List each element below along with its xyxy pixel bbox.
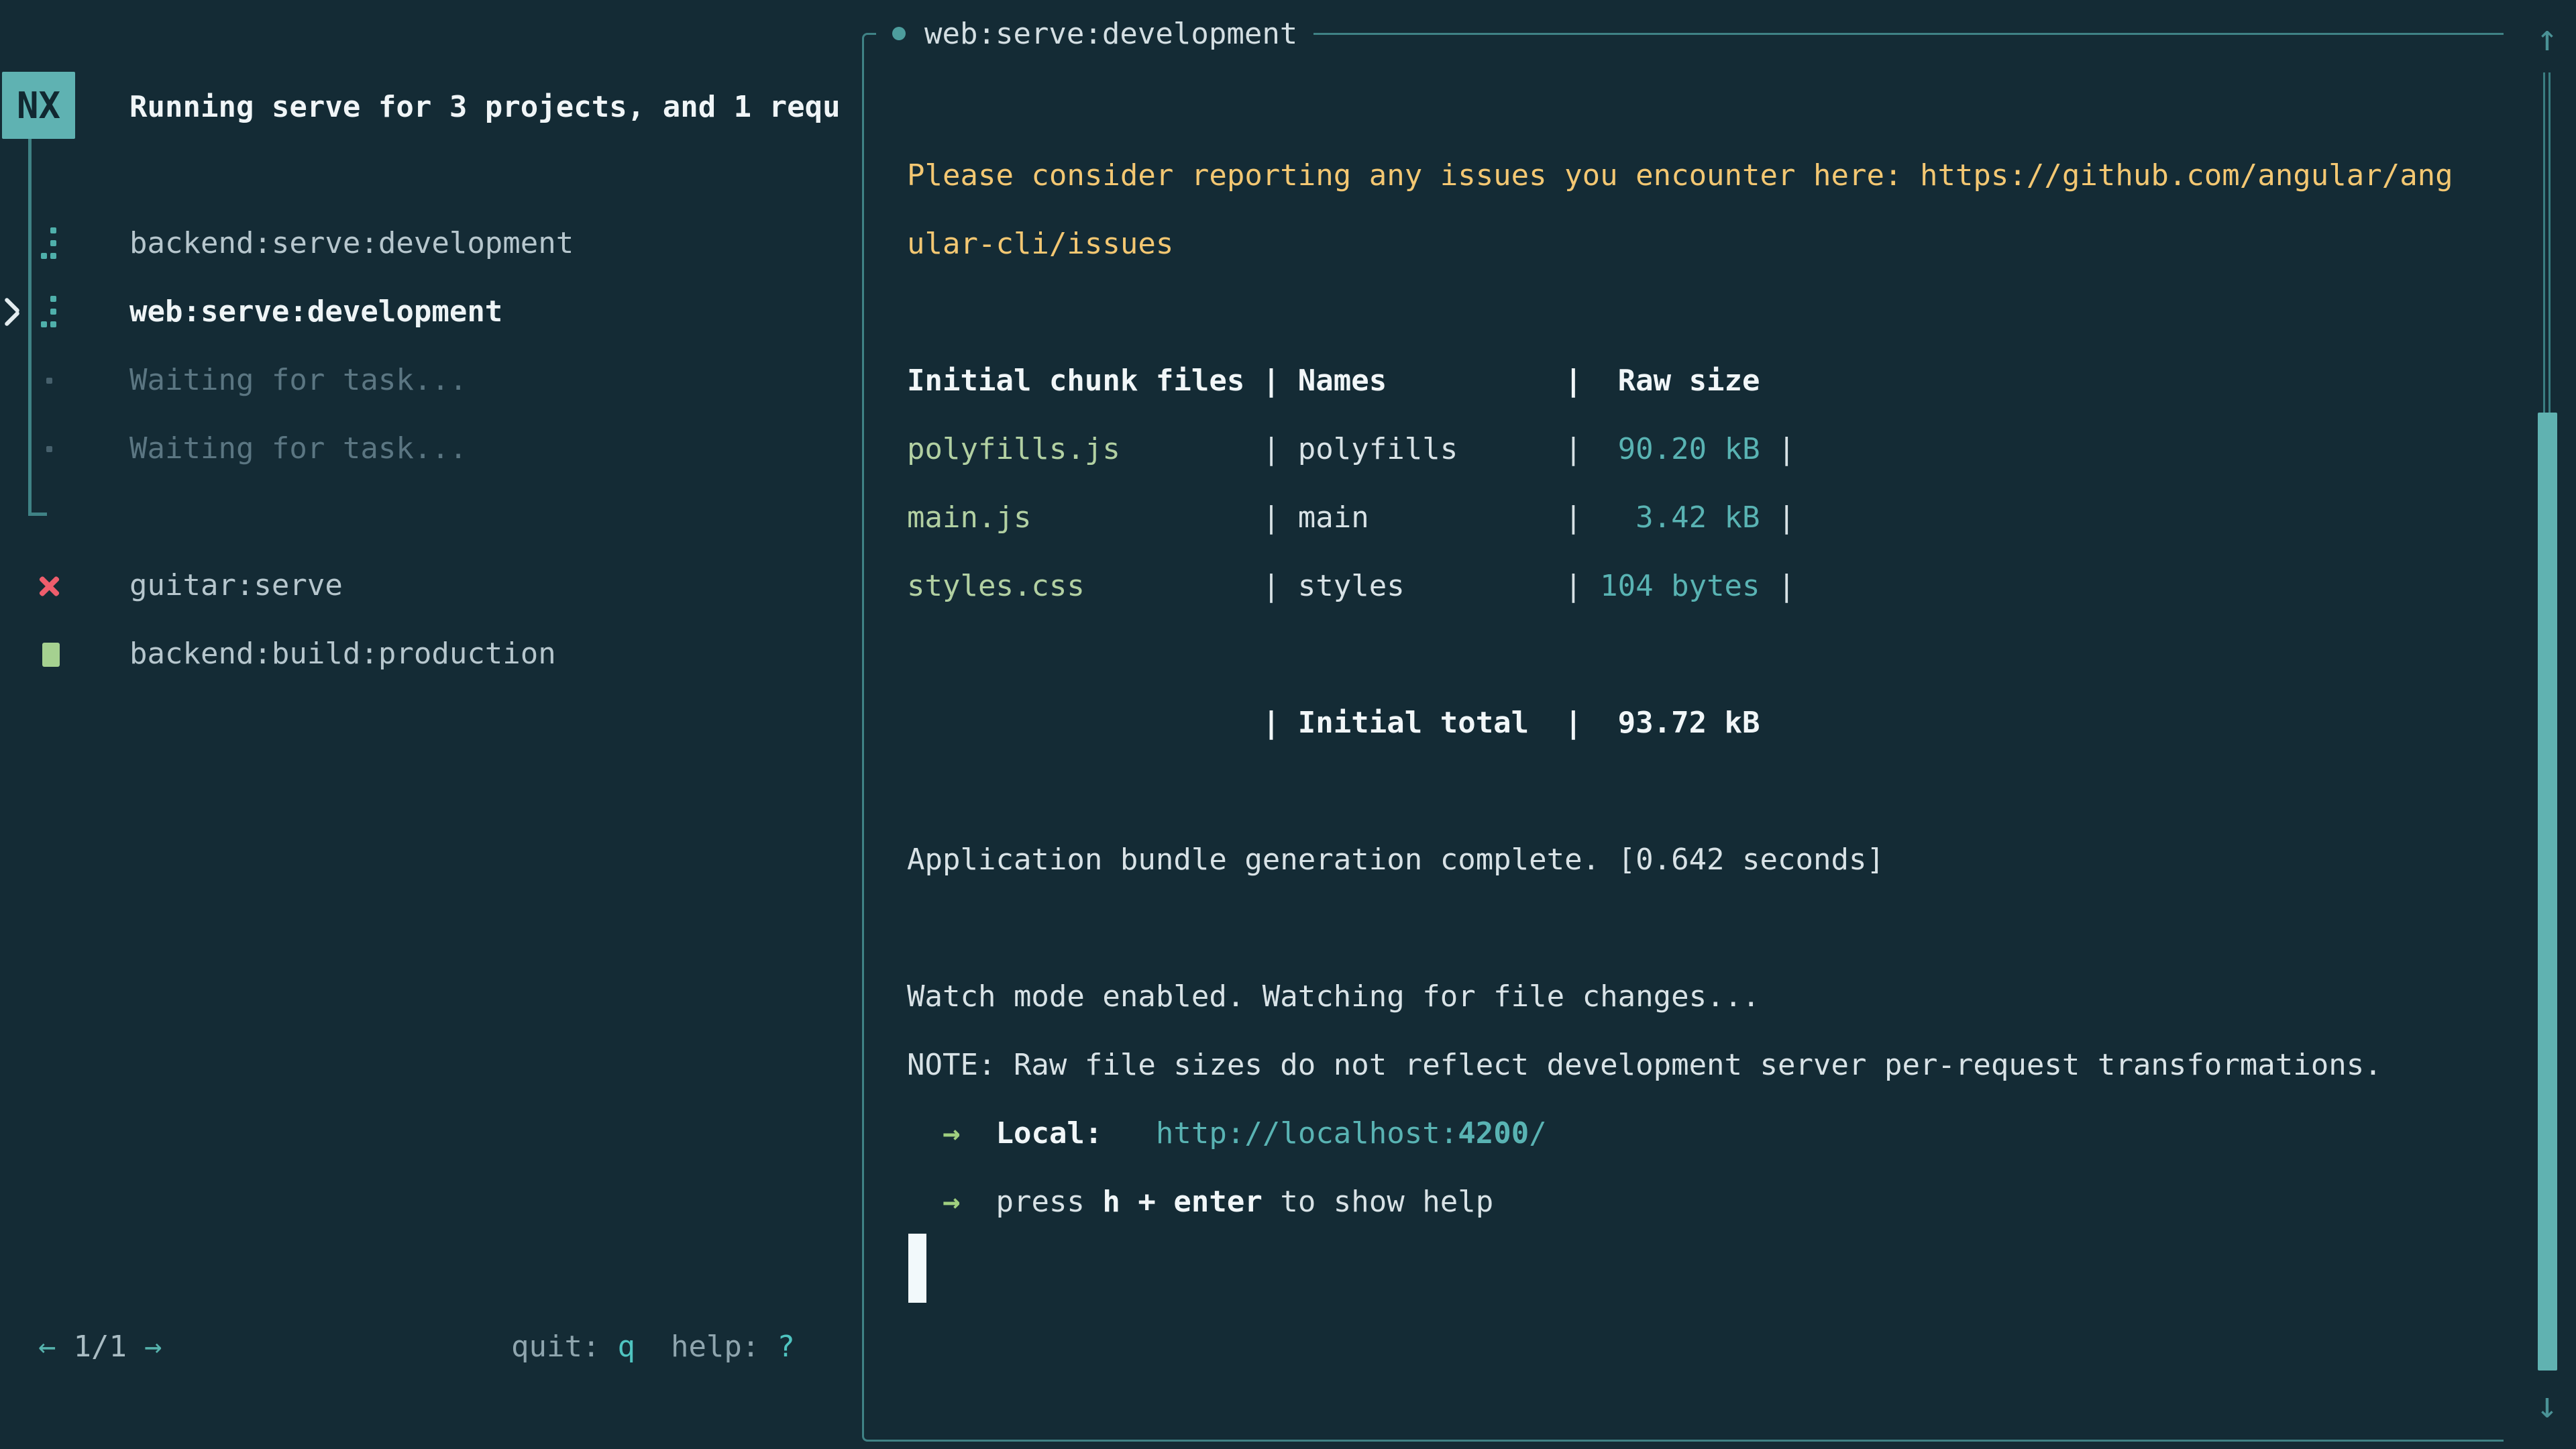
pager: ←1/1→: [38, 1313, 162, 1381]
nx-logo-badge: NX: [2, 72, 75, 139]
terminal-line: Please consider reporting any issues you…: [907, 142, 2453, 210]
keyboard-hints: quit: q help:?: [511, 1313, 795, 1381]
scrollbar-thumb[interactable]: [2538, 413, 2557, 1371]
github-issues-link[interactable]: https://github.com/angular/ang: [1920, 158, 2453, 193]
task-label: backend:build:production: [129, 620, 556, 688]
page-indicator: 1/1: [56, 1330, 144, 1364]
terminal-line: [907, 621, 2453, 689]
terminal-text: NOTE: Raw file sizes do not reflect deve…: [907, 1048, 2382, 1082]
failed-cross-icon: [37, 551, 61, 620]
terminal-text: [907, 1185, 943, 1219]
terminal-text: |: [1760, 569, 1796, 603]
pending-dot-icon: [46, 346, 53, 415]
terminal-line: Initial chunk files | Names | Raw size: [907, 347, 2453, 415]
sidebar-task-web-serve-development[interactable]: web:serve:development: [0, 278, 852, 346]
scroll-down-icon[interactable]: ↓: [2532, 1377, 2562, 1434]
terminal-text: |: [1760, 500, 1796, 535]
task-label: web:serve:development: [129, 278, 502, 346]
sidebar-task-backend-serve-development[interactable]: backend:serve:development: [0, 209, 852, 278]
spinner-icon: [41, 278, 56, 346]
success-square-icon: [42, 620, 60, 688]
task-label: Waiting for task...: [129, 415, 467, 483]
page-prev-icon[interactable]: ←: [38, 1330, 56, 1364]
sidebar-task-backend-build-production[interactable]: backend:build:production: [0, 620, 852, 688]
terminal-text: Local:: [996, 1116, 1102, 1150]
terminal-cursor: [908, 1234, 926, 1303]
terminal-text: [960, 1116, 996, 1150]
terminal-text: [1102, 1116, 1155, 1150]
terminal-line: Application bundle generation complete. …: [907, 826, 2453, 894]
localhost-link[interactable]: http://localhost:: [1156, 1116, 1458, 1150]
terminal-text: styles.css: [907, 569, 1085, 603]
terminal-text: press: [996, 1185, 1102, 1219]
terminal-text: | polyfills |: [1120, 432, 1600, 466]
terminal-text: Application bundle generation complete. …: [907, 843, 1884, 877]
terminal-text: Please consider reporting any issues you…: [907, 158, 1920, 193]
help-label: help:: [671, 1330, 759, 1364]
sidebar-task-waiting-for-task-[interactable]: Waiting for task...: [0, 415, 852, 483]
terminal-text: |: [1760, 432, 1796, 466]
terminal-text: 104 bytes: [1600, 569, 1760, 603]
terminal-output: Please consider reporting any issues you…: [907, 142, 2453, 1236]
terminal-line: [907, 278, 2453, 347]
terminal-line: → Local: http://localhost:4200/: [907, 1099, 2453, 1168]
terminal-line: polyfills.js | polyfills | 90.20 kB |: [907, 415, 2453, 484]
terminal-line: Watch mode enabled. Watching for file ch…: [907, 963, 2453, 1031]
terminal-title: web:serve:development: [924, 17, 1297, 51]
terminal-panel-title: web:serve:development: [876, 5, 1313, 62]
terminal-line: ular-cli/issues: [907, 210, 2453, 278]
terminal-text: polyfills.js: [907, 432, 1120, 466]
terminal-text: main.js: [907, 500, 1031, 535]
page-next-icon[interactable]: →: [144, 1330, 162, 1364]
spinner-icon: [41, 209, 56, 278]
task-label: guitar:serve: [129, 551, 343, 620]
terminal-text: 90.20 kB: [1600, 432, 1760, 466]
terminal-text: [960, 1185, 996, 1219]
terminal-line: [907, 757, 2453, 826]
quit-key: q: [617, 1330, 635, 1364]
terminal-line: main.js | main | 3.42 kB |: [907, 484, 2453, 552]
pending-dot-icon: [46, 415, 53, 483]
task-label: Waiting for task...: [129, 346, 467, 415]
terminal-line: → press h + enter to show help: [907, 1168, 2453, 1236]
terminal-line: NOTE: Raw file sizes do not reflect deve…: [907, 1031, 2453, 1099]
task-group-bracket-foot: [28, 513, 47, 516]
terminal-text: [907, 1116, 943, 1150]
arrow-icon: →: [943, 1185, 961, 1219]
terminal-text: Initial chunk files | Names | Raw size: [907, 364, 1760, 398]
nx-terminal-ui: NX Running serve for 3 projects, and 1 r…: [0, 0, 2576, 1449]
task-label: backend:serve:development: [129, 209, 574, 278]
terminal-text: 3.42 kB: [1600, 500, 1760, 535]
terminal-line: | Initial total | 93.72 kB: [907, 689, 2453, 757]
selected-chevron-icon: [3, 297, 23, 327]
scroll-up-icon[interactable]: ↑: [2532, 9, 2562, 67]
terminal-text: | Initial total | 93.72 kB: [907, 706, 1760, 740]
terminal-text: Watch mode enabled. Watching for file ch…: [907, 979, 1760, 1014]
quit-label: quit:: [511, 1330, 600, 1364]
terminal-text: | styles |: [1085, 569, 1600, 603]
arrow-icon: →: [943, 1116, 961, 1150]
status-dot-icon: [892, 27, 906, 40]
terminal-line: styles.css | styles | 104 bytes |: [907, 552, 2453, 621]
help-key: ?: [777, 1330, 795, 1364]
github-issues-link[interactable]: ular-cli/issues: [907, 227, 1173, 261]
terminal-text: h + enter: [1102, 1185, 1262, 1219]
sidebar-task-waiting-for-task-[interactable]: Waiting for task...: [0, 346, 852, 415]
terminal-text: | main |: [1031, 500, 1600, 535]
header-title: Running serve for 3 projects, and 1 requ: [129, 73, 859, 142]
sidebar-task-guitar-serve[interactable]: guitar:serve: [0, 551, 852, 620]
localhost-link[interactable]: /: [1529, 1116, 1547, 1150]
localhost-link-port[interactable]: 4200: [1458, 1116, 1529, 1150]
terminal-line: [907, 894, 2453, 963]
terminal-text: to show help: [1263, 1185, 1493, 1219]
